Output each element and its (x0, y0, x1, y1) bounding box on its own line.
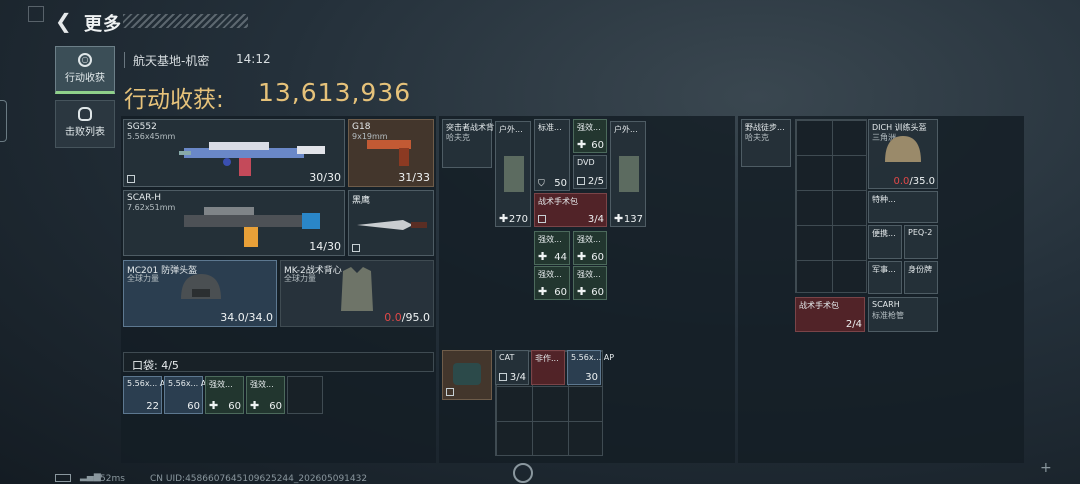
back-chevron-icon[interactable]: ❮ (55, 11, 73, 31)
nav-tab-action-loot[interactable]: ○ 行动收获 (55, 46, 115, 94)
loot-item[interactable]: 便携... (868, 225, 902, 259)
marked-flag-icon (352, 244, 360, 252)
helmet-icon (181, 274, 221, 299)
earnings-value: 13,613,936 (258, 78, 412, 107)
loot-grid (795, 119, 867, 293)
match-time: 14:12 (236, 52, 271, 66)
vest-brand: 全球力量 (284, 274, 316, 283)
marked-flag-icon (577, 177, 585, 185)
nav-tab-label: 行动收获 (65, 73, 105, 84)
weapon-name: G18 (352, 122, 371, 132)
map-location: 航天基地-机密 (133, 54, 210, 68)
plus-icon: ✚ (614, 212, 624, 225)
bag-item[interactable]: 强效... ✚ 60 (573, 231, 607, 265)
bag-item[interactable]: 户外... ✚ 270 (495, 121, 531, 227)
plus-icon: ✚ (577, 250, 587, 263)
bag-item[interactable]: 非作... (531, 350, 565, 385)
bag-item[interactable]: 标准... ⛉ 50 (534, 119, 570, 191)
bag-item[interactable]: 强效... ✚ 60 (573, 119, 607, 153)
earnings-label: 行动收获: (124, 87, 224, 113)
vest-durability: 0.0/95.0 (384, 311, 430, 324)
weapon-slot-primary[interactable]: SG552 5.56x45mm 30/30 (123, 119, 345, 187)
plus-corner-icon: + (1040, 460, 1052, 476)
weapon-ammo-count: 14/30 (309, 240, 341, 253)
weapon-name: SCAR-H (127, 193, 162, 203)
helmet-icon (885, 136, 921, 162)
knife-icon (357, 220, 427, 230)
bag-item[interactable]: 户外... ✚ 137 (610, 121, 646, 227)
helmet-slot[interactable]: MC201 防弹头盔 全球力量 34.0/34.0 (123, 260, 277, 327)
header-divider (124, 52, 125, 68)
plus-icon: ✚ (538, 250, 548, 263)
nav-tab-label: 击败列表 (65, 127, 105, 138)
loot-item[interactable]: 野战徒步... 哈夫克 (741, 119, 791, 167)
shield-icon: ⛉ (538, 179, 545, 189)
plus-icon: ✚ (209, 399, 219, 412)
pocket-item-stim[interactable]: 强效... ✚ 60 (246, 376, 285, 414)
backpack-icon (453, 363, 481, 385)
side-expand-handle[interactable] (0, 100, 7, 142)
weapon-slot-pistol[interactable]: G18 9x19mm 31/33 (348, 119, 434, 187)
plus-icon: ✚ (499, 212, 509, 225)
marked-flag-icon (538, 215, 546, 223)
loot-item[interactable]: 身份牌 (904, 261, 938, 294)
weapon-ammo-count: 30/30 (309, 171, 341, 184)
helmet-brand: 全球力量 (127, 274, 159, 283)
skull-icon (78, 107, 92, 121)
loot-item[interactable]: 战术手术包 2/4 (795, 297, 865, 332)
vest-icon (341, 267, 373, 311)
weapon-name: SG552 (127, 122, 157, 132)
weapon-name: 黑鹰 (352, 196, 371, 206)
bag-item[interactable]: 战术手术包 3/4 (534, 193, 607, 227)
medkit-icon (619, 156, 639, 192)
loot-item[interactable]: 军事... (868, 261, 902, 294)
rifle-icon (179, 142, 325, 176)
marked-flag-icon (127, 175, 135, 183)
plus-icon: ✚ (250, 399, 260, 412)
weapon-ammo: 7.62x51mm (127, 203, 176, 212)
weapon-ammo-count: 31/33 (398, 171, 430, 184)
plus-icon: ✚ (538, 285, 548, 298)
marked-flag-icon (446, 388, 454, 396)
weapon-ammo: 5.56x45mm (127, 132, 176, 141)
uid-text: CN UID:4586607645109625244_202605091432 (150, 474, 368, 484)
bag-item[interactable]: CAT 3/4 (495, 350, 529, 385)
loot-helmet[interactable]: DICH 训练头盔 三角洲 0.0/35.0 (868, 119, 938, 189)
bag-item[interactable]: 强效... ✚ 60 (534, 266, 570, 300)
pocket-label: 口袋: 4/5 (132, 359, 179, 372)
marked-flag-icon (499, 373, 507, 381)
medkit-icon (504, 156, 524, 192)
vest-slot[interactable]: MK-2战术背心 全球力量 0.0/95.0 (280, 260, 434, 327)
loot-item[interactable]: PEQ-2 (904, 225, 938, 259)
weapon-slot-melee[interactable]: 黑鹰 (348, 190, 434, 256)
target-icon: ○ (78, 53, 92, 67)
chest-rig-slot[interactable]: 突击者战术背 哈夫克 (442, 119, 494, 168)
pocket-header: 口袋: 4/5 (123, 352, 434, 372)
plus-icon: ✚ (577, 285, 587, 298)
pistol-icon (367, 140, 411, 166)
bag-item[interactable]: DVD 2/5 (573, 155, 607, 189)
pocket-item-ammo[interactable]: 5.56x... AP 60 (164, 376, 211, 414)
ping-text: 52ms (100, 474, 125, 484)
pocket-item-stim[interactable]: 强效... ✚ 60 (205, 376, 244, 414)
weapon-slot-secondary[interactable]: SCAR-H 7.62x51mm 14/30 (123, 190, 345, 256)
signal-icon: ▂▄▆ (80, 472, 101, 482)
pocket-empty-slot[interactable] (287, 376, 323, 414)
loot-item[interactable]: 特种... (868, 191, 938, 223)
bag-item[interactable]: 强效... ✚ 60 (573, 266, 607, 300)
helmet-durability: 34.0/34.0 (220, 311, 273, 324)
corner-bracket (28, 6, 44, 22)
target-icon[interactable] (513, 463, 533, 483)
title-hatch-decoration (123, 14, 248, 28)
battery-icon (55, 474, 71, 482)
loot-item[interactable]: SCARH 标准枪管 (868, 297, 938, 332)
backpack-slot[interactable] (442, 350, 492, 400)
pocket-item-ammo[interactable]: 5.56x... AP 22 (123, 376, 170, 414)
bag-item[interactable]: 强效... ✚ 44 (534, 231, 570, 265)
nav-tab-kill-list[interactable]: 击败列表 (55, 100, 115, 148)
plus-icon: ✚ (577, 138, 587, 151)
bag-item[interactable]: 5.56x... AP 30 (567, 350, 614, 385)
page-title: 更多 (84, 14, 122, 35)
